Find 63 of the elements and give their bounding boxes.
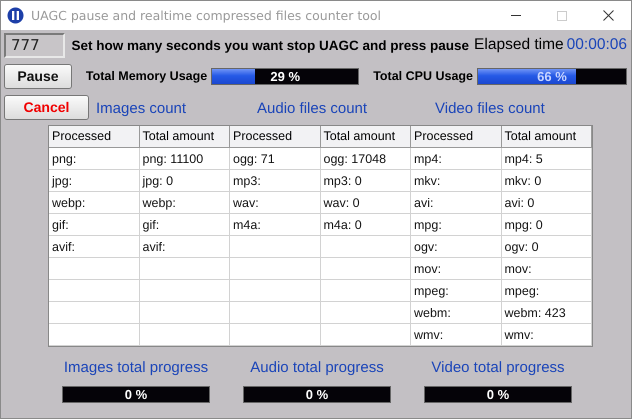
- table-cell: wmv:: [502, 324, 592, 346]
- column-header: Processed: [230, 126, 320, 148]
- table-cell: wav:: [230, 192, 320, 214]
- table-cell: jpg: 0: [140, 170, 230, 192]
- section-title: Audio files count: [257, 100, 368, 116]
- table-cell: ogv: 0: [502, 236, 592, 258]
- column-header: Processed: [411, 126, 502, 148]
- table-cell: webm: 423: [502, 302, 592, 324]
- seconds-field[interactable]: 777: [4, 32, 66, 58]
- table-cell: webp:: [140, 192, 230, 214]
- table-cell: m4a: 0: [320, 214, 411, 236]
- meter-label: Total Memory Usage: [86, 69, 208, 83]
- table-cell: ogv:: [411, 236, 502, 258]
- section-title: Images count: [96, 100, 186, 116]
- column-header: Total amount: [140, 126, 230, 148]
- table-cell: mp4: 5: [502, 148, 592, 170]
- table-cell: mpeg:: [411, 280, 502, 302]
- table-cell: avif:: [140, 236, 230, 258]
- pause-button[interactable]: Pause: [4, 64, 72, 88]
- minimize-icon[interactable]: [511, 15, 521, 16]
- table-cell: avif:: [49, 236, 140, 258]
- table-cell: mov:: [502, 258, 592, 280]
- table-cell: ogg: 71: [230, 148, 320, 170]
- table-cell: gif:: [140, 214, 230, 236]
- progress-reading: 66 %: [536, 68, 568, 84]
- table-cell: mp4:: [411, 148, 502, 170]
- table-cell: webp:: [49, 192, 140, 214]
- table-cell: mpeg:: [502, 280, 592, 302]
- table-cell: mov:: [411, 258, 502, 280]
- table-cell: wmv:: [411, 324, 502, 346]
- table-cell: png:: [49, 148, 140, 170]
- table-cell: mkv:: [411, 170, 502, 192]
- meter-label: Total CPU Usage: [373, 69, 473, 83]
- maximize-icon[interactable]: [557, 10, 567, 20]
- table-cell: webm:: [411, 302, 502, 324]
- table-cell: avi: 0: [502, 192, 592, 214]
- progress-title: Video total progress: [431, 359, 565, 376]
- elapsed-time: 00:00:06: [566, 36, 627, 54]
- table-cell: jpg:: [49, 170, 140, 192]
- close-icon[interactable]: [602, 10, 614, 21]
- table-cell: mkv: 0: [502, 170, 592, 192]
- table-cell: mpg:: [411, 214, 502, 236]
- table-cell: m4a:: [230, 214, 320, 236]
- progress-reading: 29 %: [269, 68, 302, 84]
- window-title: UAGC pause and realtime compressed files counter tool: [31, 8, 382, 23]
- table-cell: gif:: [49, 214, 140, 236]
- progress-title: Audio total progress: [250, 359, 384, 376]
- table-cell: avi:: [411, 192, 502, 214]
- table-cell: mp3: 0: [320, 170, 411, 192]
- progress-title: Images total progress: [64, 359, 208, 376]
- table-cell: mp3:: [230, 170, 320, 192]
- table-cell: wav: 0: [320, 192, 411, 214]
- instruction-text: Set how many seconds you want stop UAGC and press pause: [71, 38, 470, 52]
- column-header: Total amount: [320, 126, 411, 148]
- table-cell: png: 11100: [140, 148, 230, 170]
- column-header: Processed: [49, 126, 140, 148]
- app-pause-icon: [7, 7, 24, 24]
- column-header: Total amount: [502, 126, 592, 148]
- table-cell: ogg: 17048: [320, 148, 411, 170]
- section-title: Video files count: [435, 100, 545, 116]
- elapsed-label: Elapsed time: [474, 36, 564, 54]
- cancel-button[interactable]: Cancel: [4, 94, 89, 120]
- table-cell: mpg: 0: [502, 214, 592, 236]
